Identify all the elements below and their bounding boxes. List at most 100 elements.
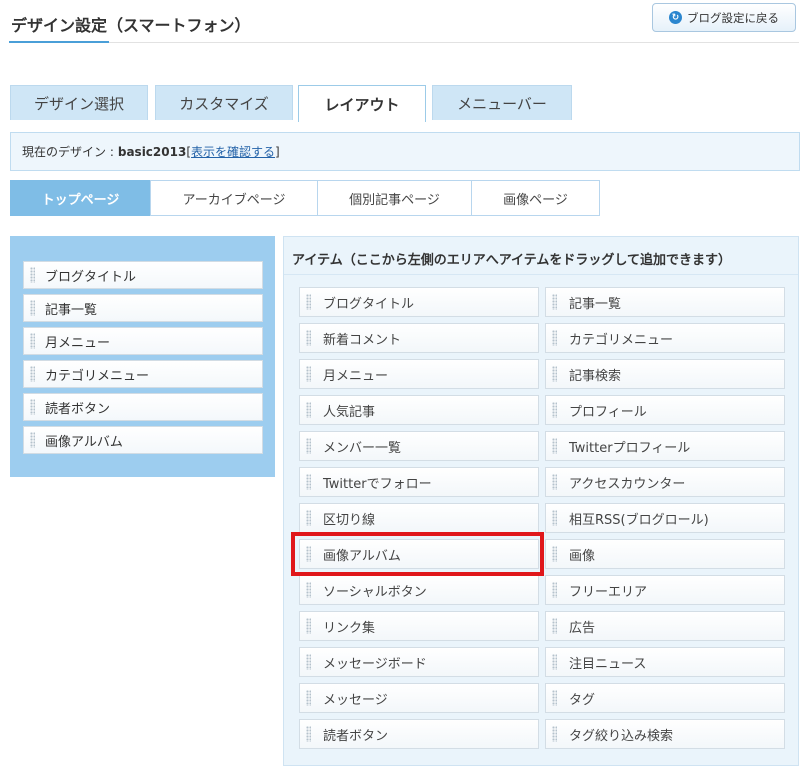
items-heading-divider bbox=[284, 274, 798, 275]
item-card[interactable]: 人気記事 bbox=[299, 395, 539, 425]
item-card[interactable]: カテゴリメニュー bbox=[545, 323, 785, 353]
items-panel-heading: アイテム（ここから左側のエリアへアイテムをドラッグして追加できます） bbox=[292, 253, 732, 268]
layout-item-label: 月メニュー bbox=[45, 335, 111, 351]
title-divider bbox=[9, 42, 799, 43]
drag-handle-icon bbox=[306, 690, 311, 706]
item-label: Twitterでフォロー bbox=[323, 476, 432, 492]
drag-handle-icon bbox=[306, 546, 311, 562]
layout-item[interactable]: 読者ボタン bbox=[23, 393, 263, 421]
layout-drop-area[interactable]: ブログタイトル 記事一覧 月メニュー カテゴリメニュー 読者ボタン 画像アルバム bbox=[10, 236, 275, 477]
view-design-link[interactable]: 表示を確認する bbox=[191, 143, 275, 160]
item-card[interactable]: プロフィール bbox=[545, 395, 785, 425]
drag-handle-icon bbox=[552, 294, 557, 310]
drag-handle-icon bbox=[306, 294, 311, 310]
item-card[interactable]: Twitterプロフィール bbox=[545, 431, 785, 461]
layout-item-label: 記事一覧 bbox=[45, 302, 98, 318]
drag-handle-icon bbox=[30, 267, 35, 283]
item-card[interactable]: 注目ニュース bbox=[545, 647, 785, 677]
drag-handle-icon bbox=[306, 330, 311, 346]
back-to-blog-settings-button[interactable]: ↻ ブログ設定に戻る bbox=[652, 3, 796, 32]
item-label: 相互RSS(ブログロール) bbox=[569, 512, 709, 528]
drag-handle-icon bbox=[306, 402, 311, 418]
drag-handle-icon bbox=[306, 474, 311, 490]
drag-handle-icon bbox=[552, 726, 557, 742]
item-card[interactable]: 記事一覧 bbox=[545, 287, 785, 317]
item-label: 記事一覧 bbox=[569, 296, 622, 312]
drag-handle-icon bbox=[30, 300, 35, 316]
item-card[interactable]: 広告 bbox=[545, 611, 785, 641]
item-card[interactable]: メンバー一覧 bbox=[299, 431, 539, 461]
drag-handle-icon bbox=[30, 333, 35, 349]
item-card[interactable]: タグ絞り込み検索 bbox=[545, 719, 785, 749]
drag-handle-icon bbox=[552, 474, 557, 490]
item-label: アクセスカウンター bbox=[569, 476, 686, 492]
layout-item[interactable]: カテゴリメニュー bbox=[23, 360, 263, 388]
subtab-top-page[interactable]: トップページ bbox=[10, 180, 151, 216]
item-card[interactable]: ブログタイトル bbox=[299, 287, 539, 317]
item-card[interactable]: タグ bbox=[545, 683, 785, 713]
item-label: メッセージボード bbox=[323, 656, 427, 672]
tab-layout[interactable]: レイアウト bbox=[298, 85, 426, 122]
item-card[interactable]: 記事検索 bbox=[545, 359, 785, 389]
layout-item-label: ブログタイトル bbox=[45, 269, 137, 285]
drag-handle-icon bbox=[552, 618, 557, 634]
tab-customize[interactable]: カスタマイズ bbox=[155, 85, 293, 120]
drag-handle-icon bbox=[552, 582, 557, 598]
current-design-name: basic2013 bbox=[117, 144, 187, 159]
item-card[interactable]: 新着コメント bbox=[299, 323, 539, 353]
item-label: フリーエリア bbox=[569, 584, 648, 600]
item-label: 広告 bbox=[569, 620, 596, 636]
subtab-image-page[interactable]: 画像ページ bbox=[471, 180, 600, 216]
item-label: リンク集 bbox=[323, 620, 376, 636]
item-card[interactable]: フリーエリア bbox=[545, 575, 785, 605]
main-tabs: デザイン選択 カスタマイズ レイアウト メニューバー bbox=[10, 85, 800, 122]
item-label: カテゴリメニュー bbox=[569, 332, 674, 348]
item-card[interactable]: 相互RSS(ブログロール) bbox=[545, 503, 785, 533]
item-card[interactable]: リンク集 bbox=[299, 611, 539, 641]
item-label: 区切り線 bbox=[323, 512, 376, 528]
item-card[interactable]: 読者ボタン bbox=[299, 719, 539, 749]
drag-handle-icon bbox=[552, 330, 557, 346]
drag-handle-icon bbox=[30, 399, 35, 415]
drag-handle-icon bbox=[306, 366, 311, 382]
tab-menubar[interactable]: メニューバー bbox=[432, 85, 572, 120]
back-button-label: ブログ設定に戻る bbox=[687, 10, 779, 25]
item-label: プロフィール bbox=[569, 404, 647, 420]
item-label: 注目ニュース bbox=[569, 656, 647, 672]
title-accent-bar bbox=[9, 41, 109, 43]
drag-handle-icon bbox=[306, 726, 311, 742]
item-label: 記事検索 bbox=[569, 368, 622, 384]
layout-item-label: 読者ボタン bbox=[45, 401, 111, 417]
item-label: 画像アルバム bbox=[323, 548, 401, 564]
drag-handle-icon bbox=[306, 582, 311, 598]
subtab-archive-page[interactable]: アーカイブページ bbox=[150, 180, 318, 216]
item-label: ソーシャルボタン bbox=[323, 584, 427, 600]
subtab-article-page[interactable]: 個別記事ページ bbox=[317, 180, 472, 216]
layout-item[interactable]: 画像アルバム bbox=[23, 426, 263, 454]
drag-handle-icon bbox=[552, 546, 557, 562]
drag-handle-icon bbox=[306, 510, 311, 526]
current-design-bar: 現在のデザイン : basic2013[表示を確認する] bbox=[10, 132, 800, 171]
layout-item[interactable]: ブログタイトル bbox=[23, 261, 263, 289]
item-card[interactable]: Twitterでフォロー bbox=[299, 467, 539, 497]
item-card[interactable]: 月メニュー bbox=[299, 359, 539, 389]
drag-handle-icon bbox=[306, 618, 311, 634]
item-label: Twitterプロフィール bbox=[569, 440, 691, 456]
item-label: メンバー一覧 bbox=[323, 440, 402, 456]
drag-handle-icon bbox=[306, 654, 311, 670]
drag-handle-icon bbox=[306, 438, 311, 454]
item-label: 読者ボタン bbox=[323, 728, 389, 744]
item-card[interactable]: メッセージ bbox=[299, 683, 539, 713]
item-card[interactable]: ソーシャルボタン bbox=[299, 575, 539, 605]
layout-item[interactable]: 記事一覧 bbox=[23, 294, 263, 322]
item-card[interactable]: 区切り線 bbox=[299, 503, 539, 533]
item-label: タグ絞り込み検索 bbox=[569, 728, 674, 744]
item-card[interactable]: アクセスカウンター bbox=[545, 467, 785, 497]
item-card[interactable]: メッセージボード bbox=[299, 647, 539, 677]
drag-handle-icon bbox=[552, 690, 557, 706]
item-card[interactable]: 画像 bbox=[545, 539, 785, 569]
layout-item[interactable]: 月メニュー bbox=[23, 327, 263, 355]
tab-design-select[interactable]: デザイン選択 bbox=[10, 85, 148, 120]
layout-item-label: カテゴリメニュー bbox=[45, 368, 150, 384]
item-card[interactable]: 画像アルバム bbox=[299, 539, 539, 569]
